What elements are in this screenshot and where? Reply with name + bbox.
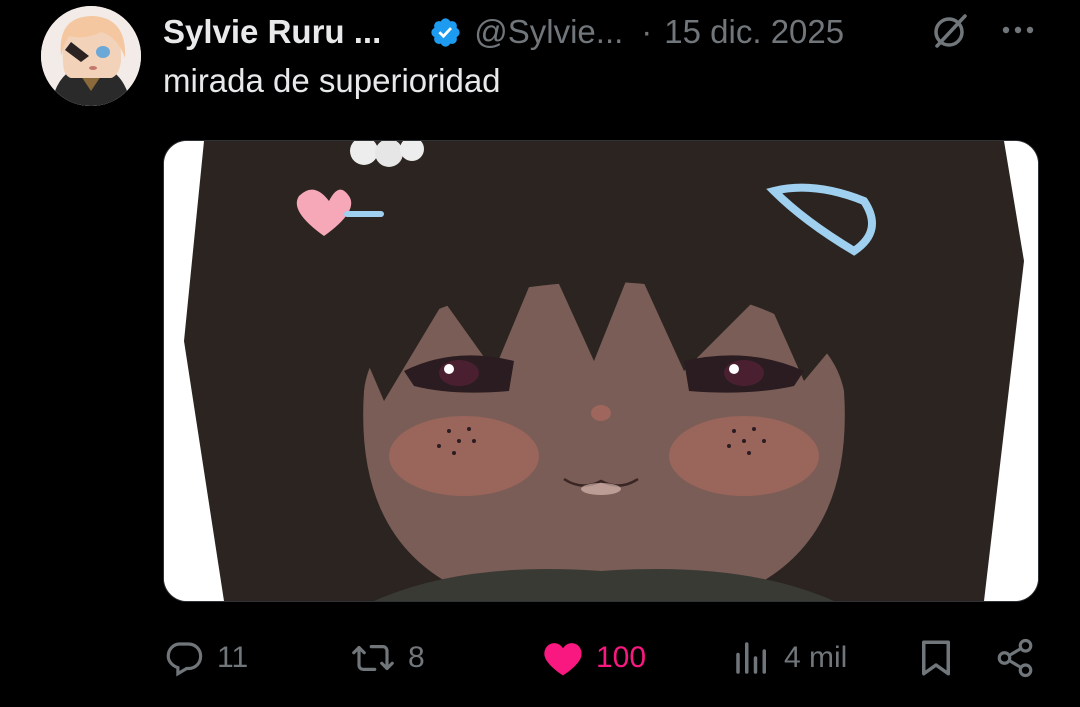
handle[interactable]: @Sylvie... [474, 13, 623, 51]
repost-icon [350, 637, 396, 679]
separator-dot: · [641, 13, 653, 50]
more-icon[interactable] [998, 20, 1038, 40]
like-count: 100 [596, 641, 647, 674]
views-icon [732, 637, 772, 679]
tweet-media-image[interactable] [163, 140, 1039, 602]
share-button[interactable] [994, 630, 1036, 686]
timestamp[interactable]: 15 dic. 2025 [664, 13, 844, 51]
tweet-text: mirada de superioridad [163, 62, 501, 99]
verified-badge-icon [429, 16, 462, 49]
reply-button[interactable]: 11 [163, 630, 248, 686]
repost-button[interactable]: 8 [350, 630, 425, 686]
share-icon [994, 637, 1036, 679]
avatar-image [41, 6, 141, 106]
anime-girl-illustration [164, 141, 1038, 601]
display-name[interactable]: Sylvie Ruru ... [163, 13, 381, 51]
views-count: 4 mil [784, 641, 848, 674]
tweet-header: Sylvie Ruru ... @Sylvie... · 15 dic. 202… [163, 8, 1043, 56]
reply-count: 11 [217, 641, 249, 674]
bookmark-icon [918, 637, 954, 679]
tweet[interactable]: Sylvie Ruru ... @Sylvie... · 15 dic. 202… [0, 0, 1080, 707]
like-button[interactable]: 100 [542, 630, 646, 686]
grok-icon[interactable] [929, 10, 971, 52]
repost-count: 8 [408, 641, 425, 674]
avatar[interactable] [41, 6, 141, 106]
heart-icon [542, 638, 584, 678]
reply-icon [163, 637, 205, 679]
bookmark-button[interactable] [918, 630, 954, 686]
action-bar: 11 8 100 4 mil [160, 630, 1040, 686]
views-button[interactable]: 4 mil [732, 630, 847, 686]
